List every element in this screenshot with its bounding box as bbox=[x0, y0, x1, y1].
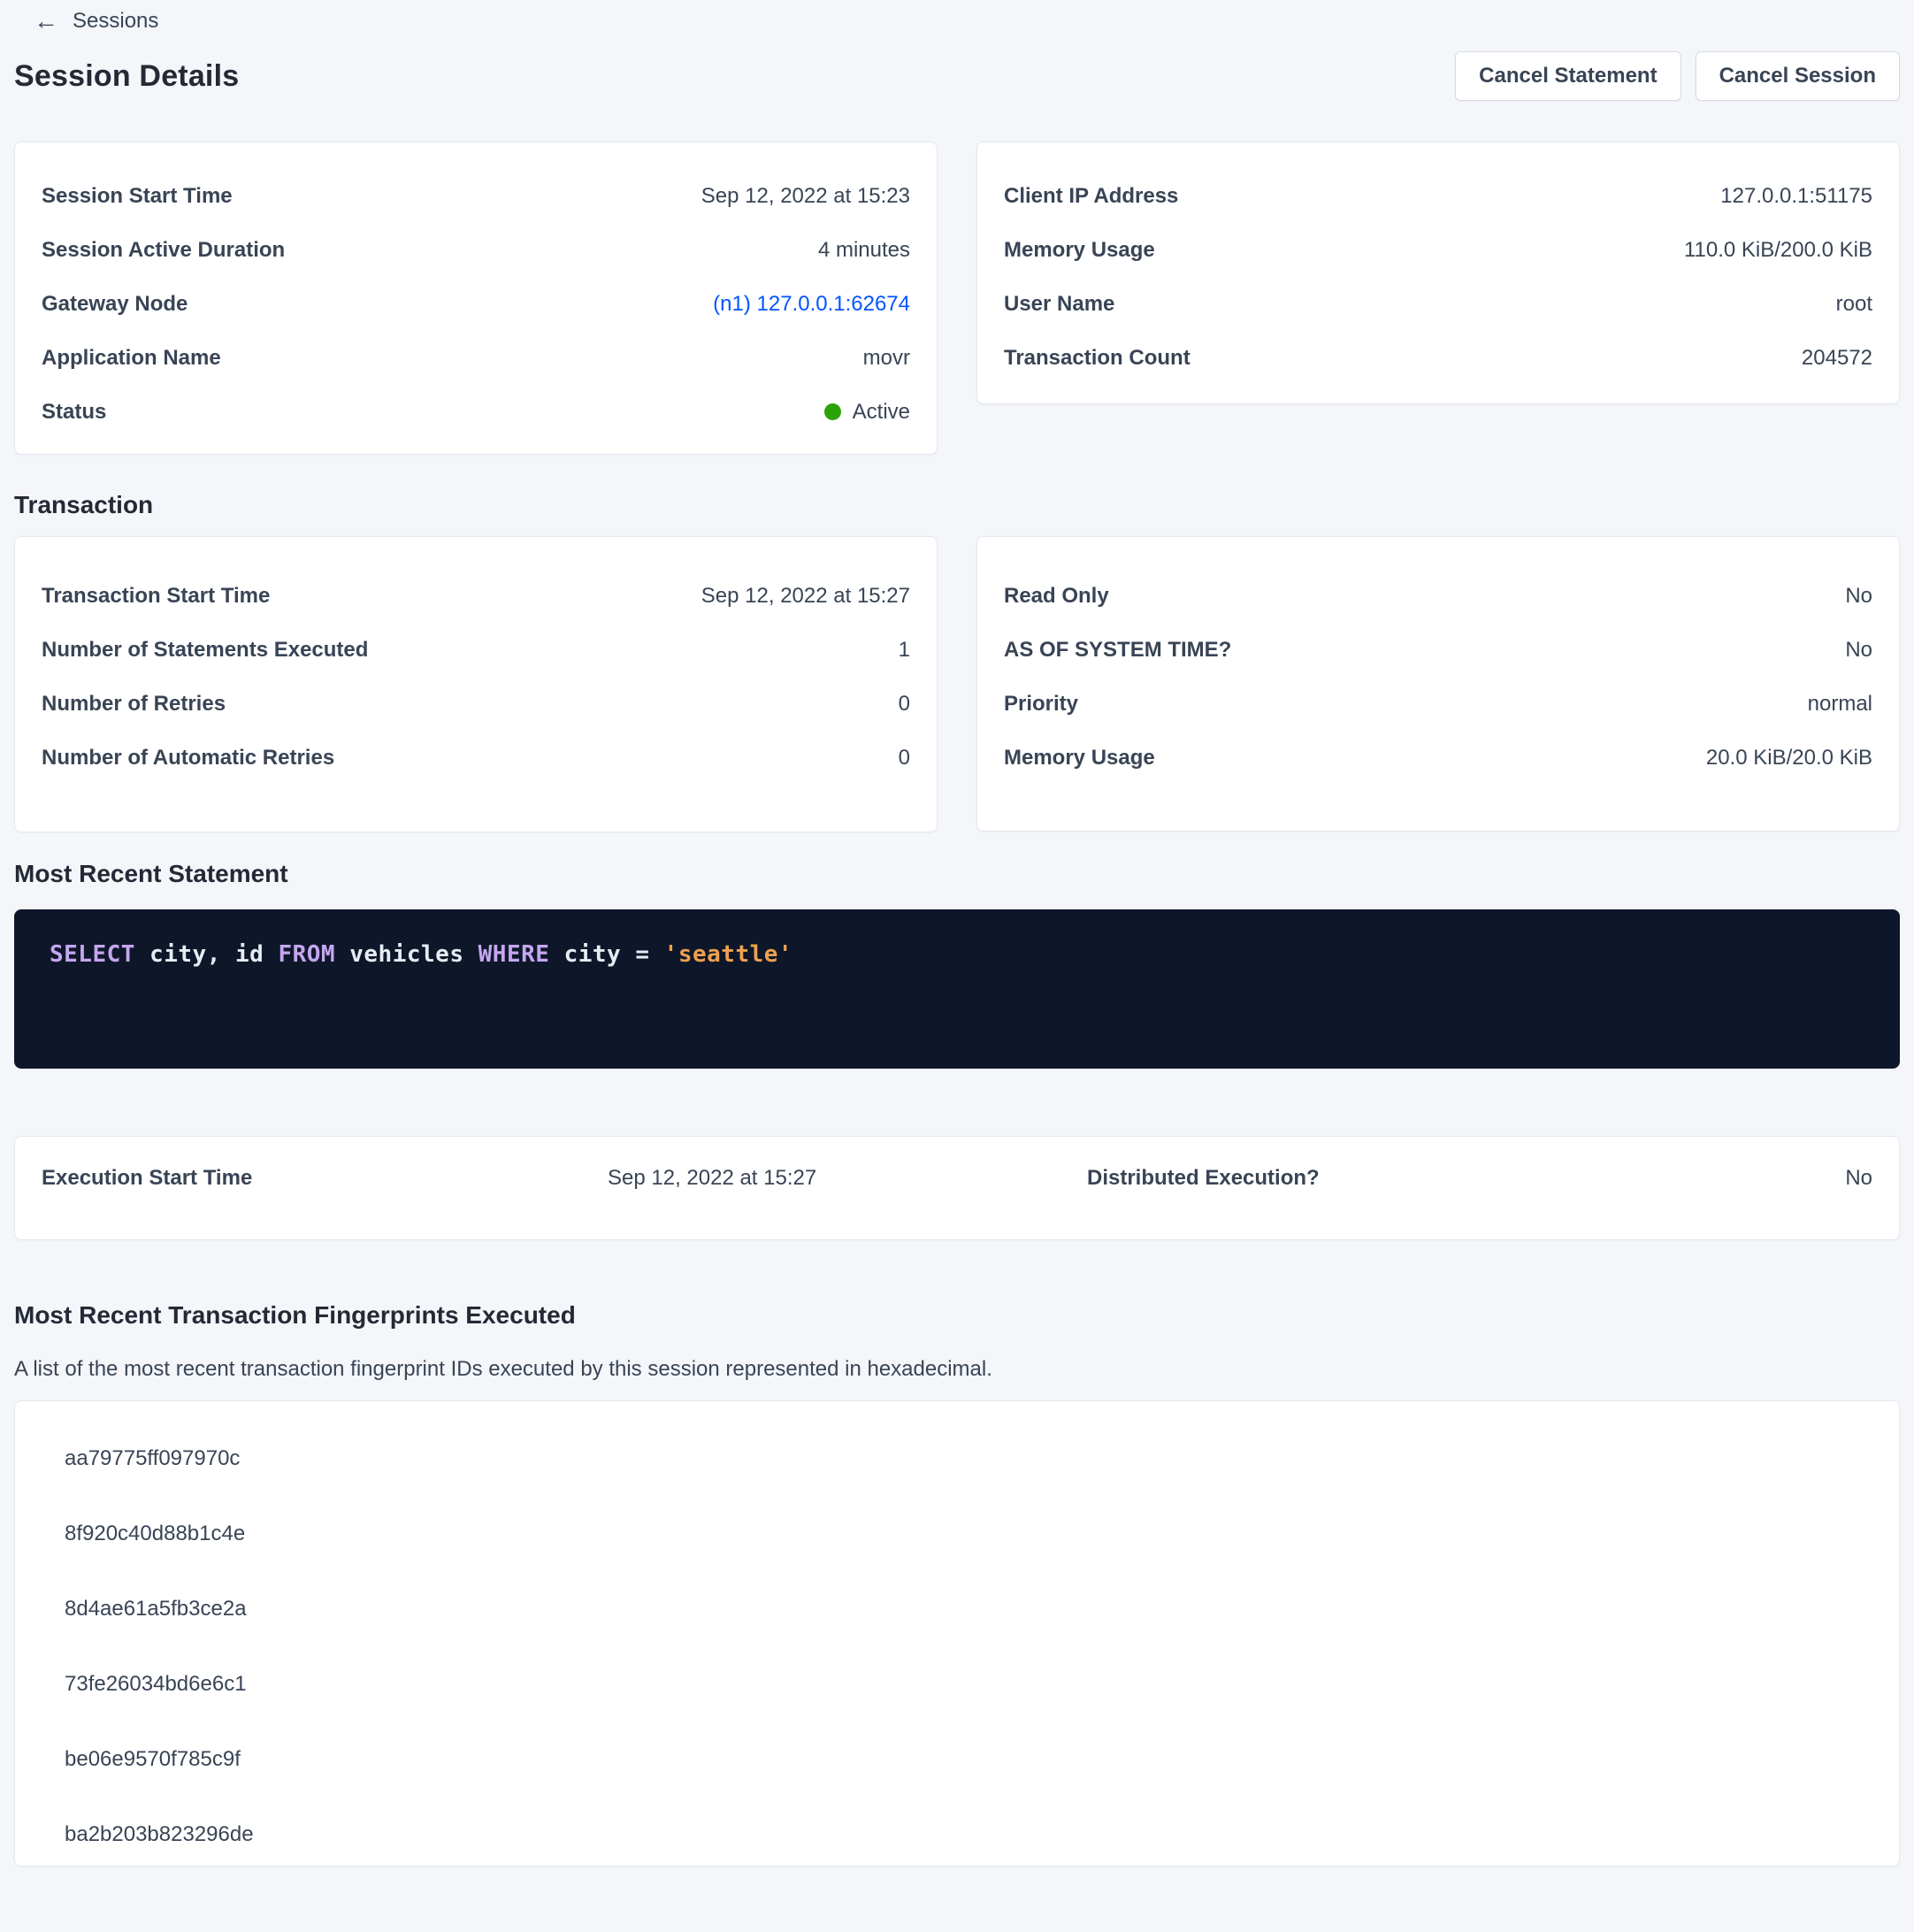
table-row: Execution Start Time Sep 12, 2022 at 15:… bbox=[42, 1151, 1872, 1205]
cancel-session-button[interactable]: Cancel Session bbox=[1696, 51, 1900, 101]
transaction-props-card: Read Only No AS OF SYSTEM TIME? No Prior… bbox=[976, 536, 1900, 832]
detail-value: Sep 12, 2022 at 15:27 bbox=[608, 1166, 1087, 1191]
detail-value: normal bbox=[1808, 692, 1872, 717]
detail-value: Sep 12, 2022 at 15:27 bbox=[701, 584, 910, 609]
table-row: Number of Statements Executed 1 bbox=[42, 623, 910, 677]
detail-label: Number of Retries bbox=[42, 692, 226, 717]
table-row: Session Active Duration 4 minutes bbox=[42, 223, 910, 277]
detail-label: Session Start Time bbox=[42, 184, 233, 209]
cancel-statement-button[interactable]: Cancel Statement bbox=[1455, 51, 1680, 101]
table-row: Application Name movr bbox=[42, 331, 910, 385]
table-row: Number of Retries 0 bbox=[42, 677, 910, 731]
sql-statement-text: SELECT city, id FROM vehicles WHERE city… bbox=[50, 941, 1864, 968]
list-item: aa79775ff097970c bbox=[65, 1437, 1872, 1481]
transaction-stats-card: Transaction Start Time Sep 12, 2022 at 1… bbox=[14, 536, 938, 832]
fingerprints-section-heading: Most Recent Transaction Fingerprints Exe… bbox=[14, 1300, 1900, 1330]
detail-label: Transaction Start Time bbox=[42, 584, 270, 609]
list-item: 8f920c40d88b1c4e bbox=[65, 1512, 1872, 1556]
detail-label: Client IP Address bbox=[1004, 184, 1178, 209]
detail-value: 0 bbox=[899, 746, 910, 770]
header-actions: Cancel Statement Cancel Session bbox=[1455, 51, 1900, 101]
session-summary-row: Session Start Time Sep 12, 2022 at 15:23… bbox=[14, 142, 1900, 455]
session-info-card: Session Start Time Sep 12, 2022 at 15:23… bbox=[14, 142, 938, 455]
status-text: Active bbox=[853, 400, 910, 425]
transaction-section-heading: Transaction bbox=[14, 490, 1900, 520]
table-row: Client IP Address 127.0.0.1:51175 bbox=[1004, 169, 1872, 223]
table-row: Number of Automatic Retries 0 bbox=[42, 731, 910, 785]
status-badge: Active bbox=[824, 400, 910, 425]
table-row: Priority normal bbox=[1004, 677, 1872, 731]
detail-value: Sep 12, 2022 at 15:23 bbox=[701, 184, 910, 209]
fingerprints-card: aa79775ff097970c 8f920c40d88b1c4e 8d4ae6… bbox=[14, 1400, 1900, 1867]
detail-value: movr bbox=[863, 346, 910, 371]
detail-label: User Name bbox=[1004, 292, 1114, 317]
detail-label: Priority bbox=[1004, 692, 1078, 717]
table-row: Session Start Time Sep 12, 2022 at 15:23 bbox=[42, 169, 910, 223]
table-row: Transaction Count 204572 bbox=[1004, 331, 1872, 385]
table-row: User Name root bbox=[1004, 277, 1872, 331]
detail-value: 127.0.0.1:51175 bbox=[1720, 184, 1872, 209]
detail-value: No bbox=[1845, 638, 1872, 663]
table-row: Gateway Node (n1) 127.0.0.1:62674 bbox=[42, 277, 910, 331]
back-link-label: Sessions bbox=[73, 9, 158, 34]
sql-condition-column: city bbox=[564, 941, 622, 968]
list-item: 73fe26034bd6e6c1 bbox=[65, 1662, 1872, 1706]
list-item: be06e9570f785c9f bbox=[65, 1737, 1872, 1782]
fingerprints-subtitle: A list of the most recent transaction fi… bbox=[14, 1355, 1900, 1384]
list-item: ba2b203b823296de bbox=[65, 1813, 1872, 1857]
detail-value: 4 minutes bbox=[818, 238, 910, 263]
detail-value: root bbox=[1836, 292, 1872, 317]
transaction-row: Transaction Start Time Sep 12, 2022 at 1… bbox=[14, 536, 1900, 832]
gateway-node-link[interactable]: (n1) 127.0.0.1:62674 bbox=[713, 292, 910, 317]
detail-label: AS OF SYSTEM TIME? bbox=[1004, 638, 1231, 663]
detail-value: No bbox=[1845, 1166, 1872, 1191]
back-to-sessions-link[interactable]: ← Sessions bbox=[34, 9, 158, 34]
sql-keyword: SELECT bbox=[50, 941, 135, 968]
detail-label: Execution Start Time bbox=[42, 1166, 608, 1191]
table-row: AS OF SYSTEM TIME? No bbox=[1004, 623, 1872, 677]
detail-value: 204572 bbox=[1802, 346, 1872, 371]
sql-operator: = bbox=[635, 941, 649, 968]
detail-label: Application Name bbox=[42, 346, 221, 371]
back-arrow-icon: ← bbox=[34, 9, 58, 34]
list-item: 8d4ae61a5fb3ce2a bbox=[65, 1587, 1872, 1631]
detail-label: Memory Usage bbox=[1004, 238, 1155, 263]
detail-label: Transaction Count bbox=[1004, 346, 1191, 371]
detail-value: 1 bbox=[899, 638, 910, 663]
breadcrumb: ← Sessions bbox=[14, 7, 1900, 35]
page-title: Session Details bbox=[14, 59, 239, 94]
detail-label: Gateway Node bbox=[42, 292, 188, 317]
detail-label: Number of Statements Executed bbox=[42, 638, 368, 663]
active-status-dot-icon bbox=[824, 403, 841, 420]
table-row: Memory Usage 20.0 KiB/20.0 KiB bbox=[1004, 731, 1872, 785]
table-row: Memory Usage 110.0 KiB/200.0 KiB bbox=[1004, 223, 1872, 277]
client-info-card: Client IP Address 127.0.0.1:51175 Memory… bbox=[976, 142, 1900, 404]
session-details-page: ← Sessions Session Details Cancel Statem… bbox=[0, 7, 1914, 1932]
detail-label: Number of Automatic Retries bbox=[42, 746, 334, 770]
detail-label: Distributed Execution? bbox=[1087, 1166, 1845, 1191]
statement-section-heading: Most Recent Statement bbox=[14, 859, 1900, 889]
sql-table: vehicles bbox=[349, 941, 463, 968]
page-header: Session Details Cancel Statement Cancel … bbox=[14, 50, 1900, 103]
detail-label: Status bbox=[42, 400, 106, 425]
table-row: Transaction Start Time Sep 12, 2022 at 1… bbox=[42, 569, 910, 623]
sql-keyword: WHERE bbox=[478, 941, 550, 968]
execution-info-card: Execution Start Time Sep 12, 2022 at 15:… bbox=[14, 1136, 1900, 1240]
detail-value: No bbox=[1845, 584, 1872, 609]
detail-value: 0 bbox=[899, 692, 910, 717]
detail-value: 20.0 KiB/20.0 KiB bbox=[1706, 746, 1872, 770]
detail-label: Read Only bbox=[1004, 584, 1109, 609]
sql-statement-block: SELECT city, id FROM vehicles WHERE city… bbox=[14, 909, 1900, 1069]
detail-label: Memory Usage bbox=[1004, 746, 1155, 770]
sql-string-literal: 'seattle' bbox=[664, 941, 792, 968]
sql-keyword: FROM bbox=[278, 941, 335, 968]
sql-columns: city, id bbox=[149, 941, 264, 968]
table-row: Status Active bbox=[42, 385, 910, 439]
table-row: Read Only No bbox=[1004, 569, 1872, 623]
detail-label: Session Active Duration bbox=[42, 238, 285, 263]
detail-value: 110.0 KiB/200.0 KiB bbox=[1684, 238, 1872, 263]
